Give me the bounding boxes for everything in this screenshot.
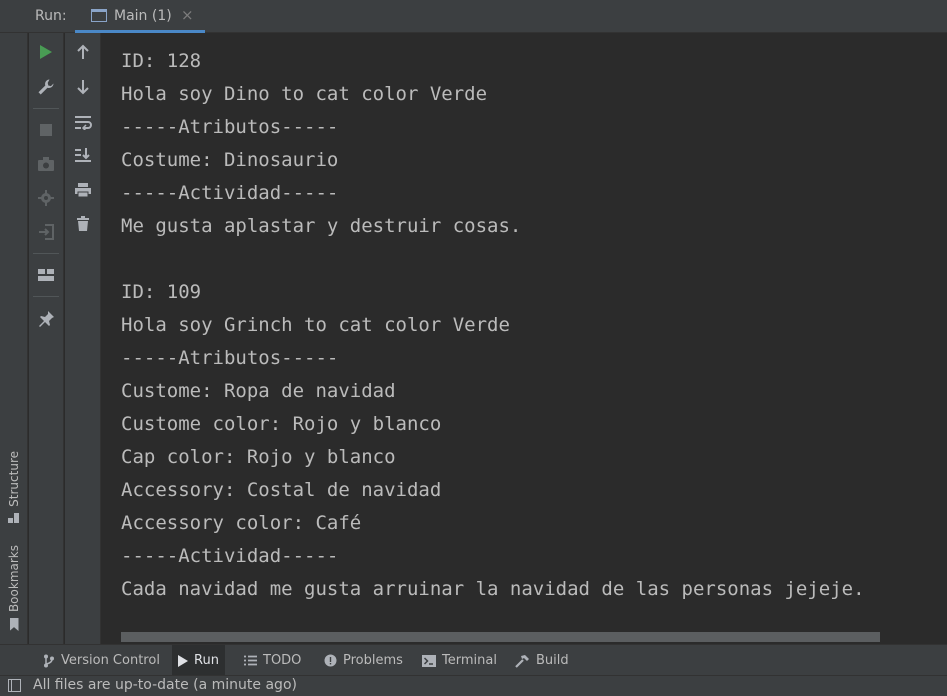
run-icon: [178, 654, 188, 667]
problems-label: Problems: [343, 653, 403, 668]
console-line: -----Actividad-----: [121, 182, 339, 204]
clear-all-button[interactable]: [72, 213, 94, 235]
debug-settings-button[interactable]: [35, 187, 57, 209]
console-line: Cap color: Rojo y blanco: [121, 446, 396, 468]
console-line: Hola soy Dino to cat color Verde: [121, 83, 488, 105]
console-actions-toolbar: [65, 33, 101, 644]
rerun-button[interactable]: [35, 41, 57, 63]
console-line: -----Atributos-----: [121, 347, 339, 369]
status-message[interactable]: All files are up-to-date (a minute ago): [33, 677, 297, 693]
console-line: Cada navidad me gusta arruinar la navida…: [121, 578, 865, 600]
console-line: Accessory: Costal de navidad: [121, 479, 442, 501]
tool-window-bar: Version Control Run TODO Problems Termin…: [0, 644, 947, 676]
structure-icon: [8, 512, 20, 523]
pin-icon: [39, 311, 54, 327]
console-line: -----Actividad-----: [121, 545, 339, 567]
wrench-icon: [38, 79, 54, 95]
bookmark-icon: [9, 618, 19, 632]
todo-label: TODO: [263, 653, 302, 668]
soft-wrap-button[interactable]: [72, 111, 94, 133]
build-tab[interactable]: Build: [509, 645, 575, 676]
list-icon: [244, 655, 257, 666]
arrow-down-icon: [77, 80, 89, 95]
horizontal-scrollbar[interactable]: [121, 632, 880, 642]
info-icon: [324, 654, 337, 667]
toggle-tool-windows-icon[interactable]: [8, 679, 21, 692]
branch-icon: [44, 654, 54, 667]
layout-button[interactable]: [35, 264, 57, 286]
arrow-up-icon: [77, 44, 89, 59]
structure-label: Structure: [7, 451, 21, 507]
bookmarks-label: Bookmarks: [7, 545, 21, 613]
build-label: Build: [536, 653, 569, 668]
exit-button[interactable]: [35, 221, 57, 243]
dump-threads-button[interactable]: [35, 153, 57, 175]
trash-icon: [77, 216, 89, 231]
console-tab-icon: [91, 9, 107, 22]
console-line: ID: 128: [121, 50, 202, 72]
exit-icon: [39, 224, 54, 240]
terminal-icon: [422, 654, 436, 667]
problems-tab[interactable]: Problems: [318, 645, 409, 676]
console-line: Custome color: Rojo y blanco: [121, 413, 442, 435]
status-bar: All files are up-to-date (a minute ago): [0, 675, 947, 696]
scroll-to-end-button[interactable]: [72, 144, 94, 166]
console-line: Me gusta aplastar y destruir cosas.: [121, 215, 522, 237]
todo-tab[interactable]: TODO: [238, 645, 307, 676]
terminal-tab[interactable]: Terminal: [416, 645, 503, 676]
scroll-down-button[interactable]: [72, 76, 94, 98]
console-line: Accessory color: Café: [121, 512, 362, 534]
edit-config-button[interactable]: [35, 76, 57, 98]
console-output[interactable]: ID: 128 Hola soy Dino to cat color Verde…: [102, 33, 947, 644]
soft-wrap-icon: [75, 116, 92, 130]
tab-main-label: Main (1): [114, 8, 172, 24]
bug-gear-icon: [38, 190, 54, 206]
run-tool-window-header: Run: Main (1) ×: [0, 0, 947, 33]
stop-icon: [40, 124, 52, 136]
tab-main[interactable]: Main (1) ×: [75, 0, 205, 33]
print-button[interactable]: [72, 179, 94, 201]
structure-stripe-button[interactable]: Structure: [0, 451, 28, 523]
rerun-icon: [40, 45, 52, 59]
stop-button[interactable]: [35, 119, 57, 141]
run-tab-label: Run: [194, 653, 219, 668]
version-control-label: Version Control: [61, 653, 160, 668]
camera-icon: [38, 157, 54, 171]
console-line: Costume: Dinosaurio: [121, 149, 339, 171]
run-label: Run:: [35, 8, 67, 24]
bookmarks-stripe-button[interactable]: Bookmarks: [0, 545, 28, 632]
layout-icon: [38, 269, 54, 281]
run-actions-toolbar: [29, 33, 64, 644]
scroll-up-button[interactable]: [72, 41, 94, 63]
close-icon[interactable]: ×: [181, 6, 194, 24]
print-icon: [75, 183, 91, 198]
scroll-to-end-icon: [75, 148, 91, 162]
terminal-label: Terminal: [442, 653, 497, 668]
pin-tab-button[interactable]: [35, 308, 57, 330]
console-line: -----Atributos-----: [121, 116, 339, 138]
run-tab[interactable]: Run: [172, 645, 225, 676]
console-line: ID: 109: [121, 281, 202, 303]
version-control-tab[interactable]: Version Control: [37, 645, 166, 676]
console-line: Custome: Ropa de navidad: [121, 380, 396, 402]
hammer-icon: [515, 654, 529, 668]
console-line: Hola soy Grinch to cat color Verde: [121, 314, 510, 336]
left-tool-stripe: Structure Bookmarks: [0, 33, 28, 644]
